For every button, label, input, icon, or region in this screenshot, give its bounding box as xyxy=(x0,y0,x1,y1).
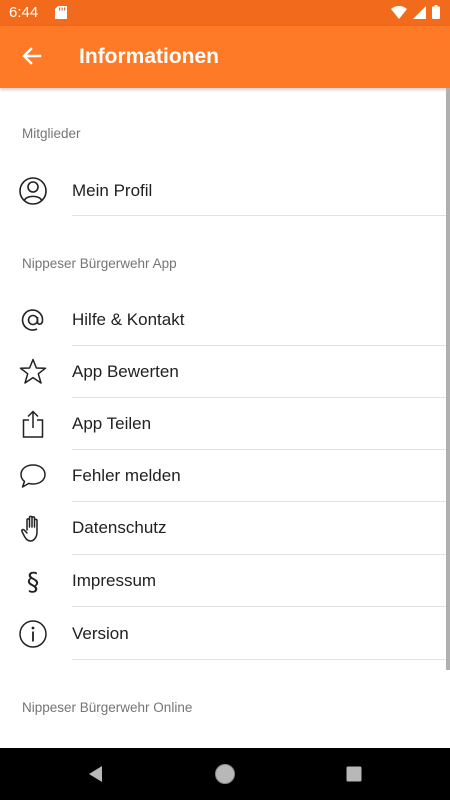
list-item-mein-profil[interactable]: Mein Profil xyxy=(0,165,450,217)
list-item-datenschutz[interactable]: Datenschutz xyxy=(0,502,450,554)
scrollbar[interactable] xyxy=(446,88,450,670)
speech-bubble-icon xyxy=(18,461,48,491)
battery-icon xyxy=(432,5,440,19)
user-circle-icon xyxy=(18,176,48,206)
list-item-label: Hilfe & Kontakt xyxy=(72,310,185,329)
nav-back-button[interactable] xyxy=(84,762,108,786)
system-nav-bar xyxy=(0,748,450,800)
arrow-back-icon xyxy=(22,47,42,65)
star-icon xyxy=(18,357,48,387)
divider xyxy=(72,606,450,607)
section-sign-icon: § xyxy=(18,566,48,596)
list-item-label: Impressum xyxy=(72,571,157,590)
list-item-label: App Teilen xyxy=(72,414,152,433)
wifi-icon xyxy=(391,5,407,19)
list-item-app-bewerten[interactable]: App Bewerten xyxy=(0,346,450,398)
list-item-label: App Bewerten xyxy=(72,362,179,381)
list-item-app-teilen[interactable]: App Teilen xyxy=(0,398,450,450)
list-item-label: Version xyxy=(72,624,129,643)
list-item-label: Datenschutz xyxy=(72,518,167,537)
divider xyxy=(72,659,450,660)
page-title: Informationen xyxy=(79,45,219,68)
nav-recents-button[interactable] xyxy=(342,762,366,786)
share-icon xyxy=(18,409,48,439)
status-bar: 6:44 xyxy=(0,0,450,26)
cell-signal-icon xyxy=(413,5,426,19)
info-icon xyxy=(18,619,48,649)
list-item-version[interactable]: Version xyxy=(0,608,450,660)
section-header-members: Mitglieder xyxy=(22,126,81,141)
settings-list: Mitglieder Mein Profil Nippeser Bürgerwe… xyxy=(0,88,450,748)
list-item-hilfe-kontakt[interactable]: Hilfe & Kontakt xyxy=(0,294,450,346)
triangle-back-icon xyxy=(89,766,102,782)
hand-icon xyxy=(18,513,48,543)
list-item-label: Mein Profil xyxy=(72,181,153,200)
list-item-label: Fehler melden xyxy=(72,466,181,485)
nav-home-button[interactable] xyxy=(213,762,237,786)
square-recents-icon xyxy=(346,766,362,782)
sd-card-icon xyxy=(55,6,67,19)
app-bar: Informationen xyxy=(0,26,450,88)
list-item-impressum[interactable]: § Impressum xyxy=(0,555,450,607)
section-header-app: Nippeser Bürgerwehr App xyxy=(22,256,177,271)
list-item-fehler-melden[interactable]: Fehler melden xyxy=(0,450,450,502)
circle-home-icon xyxy=(215,764,235,784)
svg-text:§: § xyxy=(27,567,40,596)
status-time: 6:44 xyxy=(9,4,39,21)
at-sign-icon xyxy=(18,305,48,335)
section-header-online: Nippeser Bürgerwehr Online xyxy=(22,700,193,715)
back-button[interactable] xyxy=(14,38,50,74)
divider xyxy=(72,215,450,216)
